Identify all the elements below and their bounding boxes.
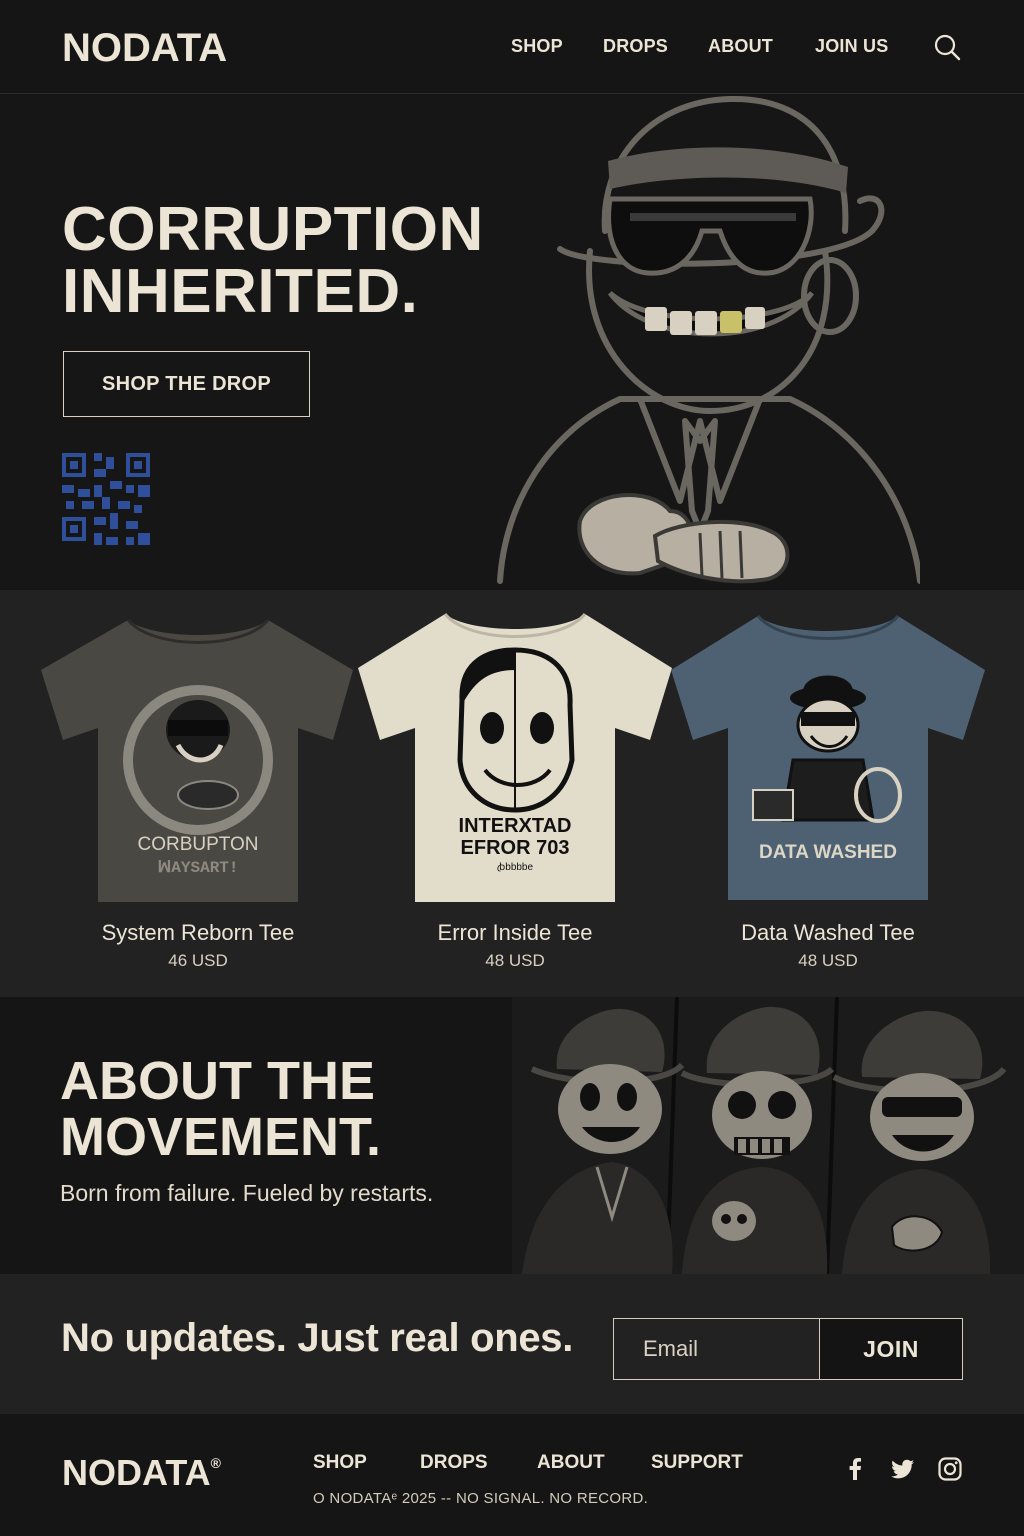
product-price: 46 USD xyxy=(168,951,228,970)
tee-print-line2: ꟽAYSART! xyxy=(157,859,238,877)
about-title-line2: MOVEMENT. xyxy=(60,1107,382,1167)
tee-print-line1: DATA WASHED xyxy=(759,842,897,863)
footer-logo-text: NODATA xyxy=(62,1452,211,1493)
tee-print-line1: INTERXTAD xyxy=(459,815,572,837)
email-input[interactable] xyxy=(614,1319,820,1379)
tee-print-line1: CORBUPTON xyxy=(137,834,258,855)
product-card-system-reborn[interactable]: CORBUPTON ꟽAYSART! System Reborn Tee 46 … xyxy=(33,590,363,997)
instagram-icon[interactable] xyxy=(937,1456,963,1482)
footer-nav-about[interactable]: ABOUT xyxy=(537,1452,605,1474)
hero-title-line1: CORRUPTION xyxy=(62,195,484,264)
product-card-data-washed[interactable]: DATA WASHED Data Washed Tee 48 USD xyxy=(663,590,993,997)
hero-section: CORRUPTION INHERITED. SHOP THE DROP xyxy=(0,95,1024,590)
about-section: ABOUT THE MOVEMENT. Born from failure. F… xyxy=(0,997,1024,1274)
product-image-data-washed[interactable]: DATA WASHED xyxy=(663,610,993,910)
shop-the-drop-button[interactable]: SHOP THE DROP xyxy=(63,351,310,417)
product-name[interactable]: Error Inside Tee xyxy=(350,920,680,946)
hero-title: CORRUPTION INHERITED. xyxy=(62,199,484,323)
about-mascots-illustration xyxy=(512,997,1024,1274)
join-button[interactable]: JOIN xyxy=(820,1319,962,1379)
product-name[interactable]: System Reborn Tee xyxy=(33,920,363,946)
footer-nav-drops[interactable]: DROPS xyxy=(420,1452,488,1474)
product-price: 48 USD xyxy=(798,951,858,970)
site-header: NODATA SHOP DROPS ABOUT JOIN US xyxy=(0,0,1024,94)
site-logo[interactable]: NODATA xyxy=(62,26,227,71)
product-name[interactable]: Data Washed Tee xyxy=(663,920,993,946)
hero-title-line2: INHERITED. xyxy=(62,257,419,326)
facebook-icon[interactable] xyxy=(842,1456,868,1482)
nav-join-us[interactable]: JOIN US xyxy=(815,36,888,57)
qr-code-icon xyxy=(62,453,150,545)
about-text: Born from failure. Fueled by restarts. xyxy=(60,1180,434,1206)
footer-nav-support[interactable]: SUPPORT xyxy=(651,1452,743,1474)
about-title: ABOUT THE MOVEMENT. xyxy=(60,1053,381,1165)
tee-print-line3: ꞗbbbbe xyxy=(497,862,534,873)
about-title-line1: ABOUT THE xyxy=(60,1051,375,1111)
nav-drops[interactable]: DROPS xyxy=(603,36,668,57)
tee-print-line2: EFROR 703 xyxy=(461,837,570,859)
footer-logo[interactable]: NODATA® xyxy=(62,1452,221,1494)
newsletter-form: JOIN xyxy=(613,1318,963,1380)
twitter-icon[interactable] xyxy=(890,1456,916,1482)
site-footer: NODATA® SHOP DROPS ABOUT SUPPORT O NODAT… xyxy=(0,1414,1024,1536)
hero-mascot-illustration xyxy=(497,95,920,584)
nav-shop[interactable]: SHOP xyxy=(511,36,563,57)
footer-nav-shop[interactable]: SHOP xyxy=(313,1452,367,1474)
newsletter-section: No updates. Just real ones. JOIN xyxy=(0,1274,1024,1414)
registered-mark: ® xyxy=(210,1455,221,1471)
product-image-error-inside[interactable]: INTERXTAD EFROR 703 ꞗbbbbe xyxy=(350,610,680,910)
product-price: 48 USD xyxy=(485,951,545,970)
product-image-system-reborn[interactable]: CORBUPTON ꟽAYSART! xyxy=(33,610,363,910)
footer-copyright: O NODATAᵉ 2025 -- NO SIGNAL. NO RECORD. xyxy=(313,1490,649,1507)
product-grid: CORBUPTON ꟽAYSART! System Reborn Tee 46 … xyxy=(0,590,1024,997)
newsletter-heading: No updates. Just real ones. xyxy=(61,1316,574,1360)
nav-about[interactable]: ABOUT xyxy=(708,36,773,57)
search-icon[interactable] xyxy=(930,30,964,64)
product-card-error-inside[interactable]: INTERXTAD EFROR 703 ꞗbbbbe Error Inside … xyxy=(350,590,680,997)
